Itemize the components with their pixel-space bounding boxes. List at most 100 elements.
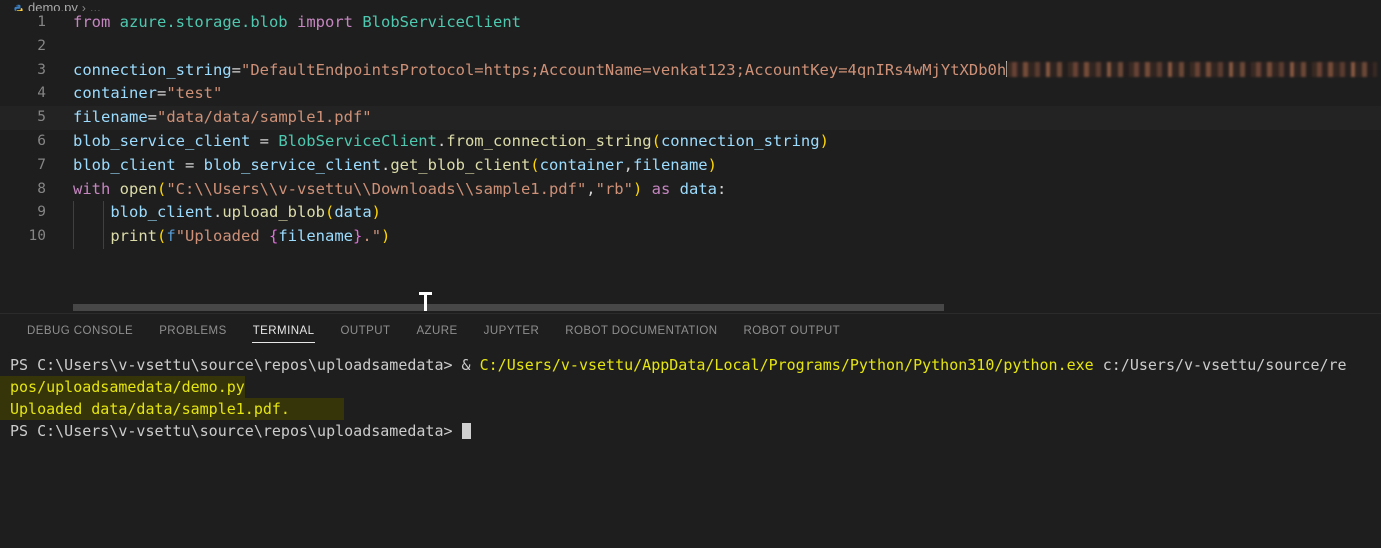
token-paren-close: ) [819, 131, 829, 150]
tab-problems[interactable]: PROBLEMS [146, 314, 240, 349]
token-keyword: from [73, 13, 111, 31]
line-code[interactable]: filename="data/data/sample1.pdf" [73, 106, 372, 130]
token-keyword-with: with [73, 179, 111, 198]
token-argument: filename [632, 155, 708, 174]
token-string: "data/data/sample1.pdf" [157, 108, 372, 127]
line-code[interactable]: container="test" [73, 82, 222, 106]
tab-azure[interactable]: AZURE [403, 314, 470, 349]
editor-line[interactable]: 10 print(f"Uploaded {filename}.") [0, 225, 1381, 249]
token-comma: , [586, 179, 596, 198]
panel-tab-bar: DEBUG CONSOLE PROBLEMS TERMINAL OUTPUT A… [0, 314, 1381, 349]
line-number: 7 [37, 156, 46, 173]
tab-jupyter[interactable]: JUPYTER [471, 314, 553, 349]
scrollbar-thumb[interactable] [73, 304, 944, 311]
token-paren-open: ( [157, 179, 167, 198]
editor-line[interactable]: 3 connection_string="DefaultEndpointsPro… [0, 59, 1381, 83]
selection-pad [290, 400, 344, 418]
token-variable: blob_client [73, 155, 176, 174]
tab-robot-output[interactable]: ROBOT OUTPUT [731, 314, 854, 349]
token-function: print [110, 227, 157, 246]
token-assign: = [175, 155, 204, 174]
line-number: 9 [37, 204, 46, 221]
editor-line[interactable]: 7 blob_client = blob_service_client.get_… [0, 154, 1381, 178]
token-interp-variable: filename [278, 227, 354, 246]
terminal-prompt: PS C:\Users\v-vsettu\source\repos\upload… [10, 422, 462, 440]
vscode-window: demo.py › ... 1 from azure.storage.blob … [0, 0, 1381, 548]
line-code[interactable]: blob_client.upload_blob(data) [73, 201, 381, 225]
token-paren-open: ( [324, 203, 335, 222]
editor-line[interactable]: 8 with open("C:\\Users\\v-vsettu\\Downlo… [0, 178, 1381, 202]
token-dot: . [212, 203, 223, 222]
line-number: 2 [37, 37, 46, 54]
line-number: 10 [28, 228, 46, 245]
line-number: 6 [37, 132, 46, 149]
token-argument: data [334, 203, 372, 222]
editor-line-current[interactable]: 5 filename="data/data/sample1.pdf" [0, 106, 1381, 130]
terminal-command-path: C:/Users/v-vsettu/AppData/Local/Programs… [479, 356, 1103, 374]
editor-line[interactable]: 1 from azure.storage.blob import BlobSer… [0, 11, 1381, 35]
tab-robot-documentation[interactable]: ROBOT DOCUMENTATION [552, 314, 730, 349]
token-operator: = [147, 108, 157, 127]
text-cursor-ibeam [419, 292, 432, 311]
terminal-command-arg: c:/Users/v-vsettu/source/re [1102, 356, 1347, 374]
token-string: "DefaultEndpointsProtocol=https;AccountN… [240, 60, 1007, 79]
token-keyword-as: as [651, 179, 671, 198]
token-variable: container [73, 84, 157, 103]
token-fstring-prefix: f [166, 227, 176, 246]
token-string: ." [362, 227, 382, 246]
line-number: 4 [37, 85, 46, 102]
token-dot: . [436, 131, 447, 150]
selection-highlight: pos/uploadsamedata/demo.py [0, 376, 245, 398]
token-class: BlobServiceClient [278, 131, 437, 150]
line-code[interactable]: print(f"Uploaded {filename}.") [73, 225, 390, 249]
token-argument: container [539, 155, 624, 174]
breadcrumb-overflow[interactable]: ... [90, 0, 101, 11]
editor-line[interactable]: 2 [0, 35, 1381, 59]
breadcrumb-file[interactable]: demo.py [28, 0, 78, 11]
token-object: blob_service_client [203, 155, 381, 174]
token-variable: filename [73, 108, 148, 127]
editor-line[interactable]: 6 blob_service_client = BlobServiceClien… [0, 130, 1381, 154]
terminal-program-output: Uploaded data/data/sample1.pdf. [10, 400, 290, 418]
token-paren-close: ) [707, 155, 717, 174]
tab-debug-console[interactable]: DEBUG CONSOLE [14, 314, 146, 349]
token-paren-open: ( [530, 155, 540, 174]
token-string-path: "C:\\Users\\v-vsettu\\Downloads\\sample1… [166, 179, 587, 198]
terminal-line-selected: pos/uploadsamedata/demo.py [0, 376, 1381, 398]
line-code[interactable]: blob_client = blob_service_client.get_bl… [73, 154, 717, 178]
token-string: "test" [166, 84, 223, 103]
token-operator: = [157, 84, 167, 103]
token-paren-open: ( [157, 227, 167, 246]
token-paren-close: ) [632, 179, 643, 198]
editor-line[interactable]: 4 container="test" [0, 82, 1381, 106]
code-editor[interactable]: 1 from azure.storage.blob import BlobSer… [0, 11, 1381, 311]
terminal-output[interactable]: PS C:\Users\v-vsettu\source\repos\upload… [0, 349, 1381, 548]
tab-terminal[interactable]: TERMINAL [240, 314, 328, 349]
token-paren-open: ( [651, 131, 661, 150]
terminal-line: PS C:\Users\v-vsettu\source\repos\upload… [0, 420, 1381, 442]
editor-horizontal-scrollbar[interactable] [0, 304, 1381, 311]
redacted-secret-blur [1007, 61, 1378, 77]
token-brace-close: } [353, 227, 363, 246]
line-code[interactable]: connection_string="DefaultEndpointsProto… [73, 59, 1378, 83]
code-content[interactable]: 1 from azure.storage.blob import BlobSer… [0, 11, 1381, 249]
tab-output[interactable]: OUTPUT [327, 314, 403, 349]
line-code[interactable]: blob_service_client = BlobServiceClient.… [73, 130, 829, 154]
editor-line[interactable]: 9 blob_client.upload_blob(data) [0, 201, 1381, 226]
line-code[interactable]: with open("C:\\Users\\v-vsettu\\Download… [73, 178, 726, 202]
token-paren-close: ) [381, 227, 391, 246]
selection-highlight: Uploaded data/data/sample1.pdf. [0, 398, 345, 420]
token-dot: . [380, 155, 391, 174]
line-code[interactable]: from azure.storage.blob import BlobServi… [73, 11, 521, 35]
line-number: 3 [37, 61, 46, 78]
token-object: blob_client [110, 203, 213, 222]
token-function: get_blob_client [390, 155, 531, 174]
token-module: azure.storage.blob [119, 13, 288, 31]
line-number: 8 [37, 180, 46, 197]
token-paren-close: ) [371, 203, 381, 222]
